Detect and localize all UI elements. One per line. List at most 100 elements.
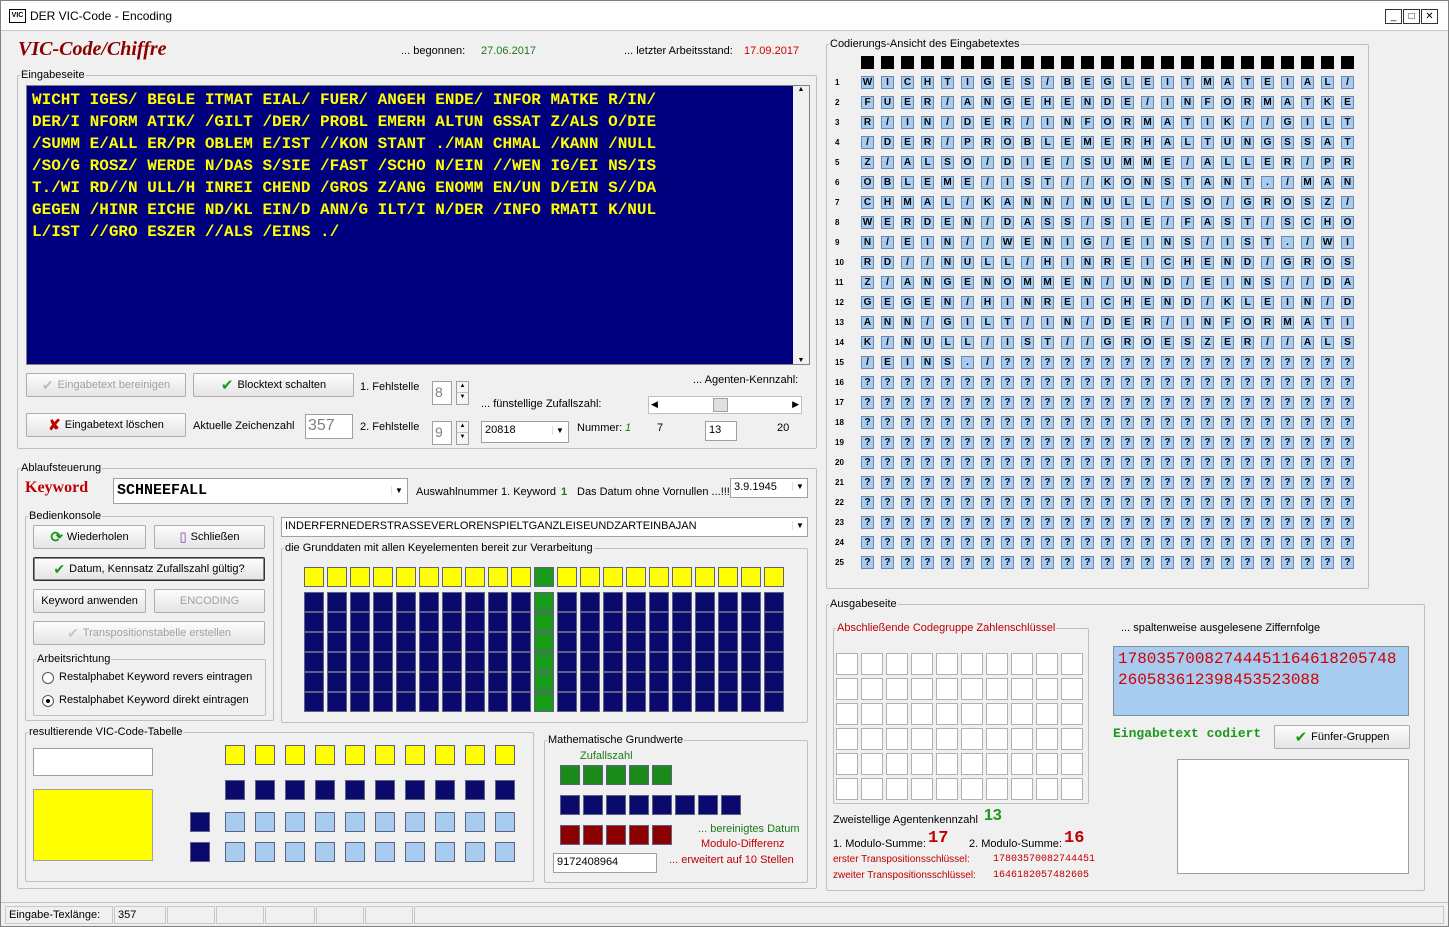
cod-cell: / [1061,156,1074,169]
cod-cell: ? [1341,516,1354,529]
grund-cell [373,632,393,652]
cod-cell: ? [1241,476,1254,489]
cod-cell: ? [1061,456,1074,469]
cod-cell: O [1281,196,1294,209]
radio-direkt[interactable] [42,695,54,707]
erweitert-field[interactable]: 9172408964 [553,853,657,873]
cod-cell: E [1061,96,1074,109]
check-icon: ✔ [67,624,79,641]
fuenfer-button[interactable]: ✔ Fünfer-Gruppen [1274,725,1410,749]
grund-cell [764,652,784,672]
schliessen-button[interactable]: ▯ Schließen [154,525,265,549]
chevron-down-icon: ▼ [792,521,807,530]
spalten-output[interactable]: 1780357008274445116461820574826058361239… [1113,646,1409,716]
cod-cell: ? [921,416,934,429]
modulo-cell [652,825,672,845]
radio-revers[interactable] [42,672,54,684]
cod-cell: G [1281,256,1294,269]
keyword-select[interactable]: SCHNEEFALL [113,478,408,504]
vic-legend: resultierende VIC-Code-Tabelle [29,726,183,738]
cod-row-number: 25 [835,558,844,567]
cod-cell: / [1161,316,1174,329]
cod-cell: ? [1341,436,1354,449]
input-scrollbar[interactable]: ▲ ▼ [793,86,809,364]
cod-cell: T [1041,336,1054,349]
cod-cell: ? [1241,376,1254,389]
slider-thumb[interactable] [713,398,729,412]
cod-cell: L [941,196,954,209]
vic-q-cell [315,842,335,862]
cod-cell: N [921,116,934,129]
loeschen-button[interactable]: ✘ Eingabetext löschen [26,413,186,437]
transposition-button[interactable]: ✔ Transpositionstabelle erstellen [33,621,265,645]
cod-cell: N [1081,196,1094,209]
cod-row-number: 17 [835,398,844,407]
blocktext-button[interactable]: ✔ Blocktext schalten [193,373,354,397]
chevron-down-icon: ▼ [391,486,406,495]
slider-value-field[interactable]: 13 [705,421,737,441]
encoding-button[interactable]: ENCODING [154,589,265,613]
cod-cell: ? [921,436,934,449]
close-button[interactable]: ✕ [1421,9,1438,24]
cod-cell: ? [1261,556,1274,569]
cod-cell: E [1161,336,1174,349]
fehl1-spinner[interactable]: ▲ ▼ [456,381,469,405]
grund-cell [603,692,623,712]
cod-cell: / [1201,296,1214,309]
grund-cell [350,672,370,692]
cod-cell: M [1141,156,1154,169]
cod-cell: N [1301,296,1314,309]
keyword-anwenden-button[interactable]: Keyword anwenden [33,589,146,613]
grund-cell [419,567,439,587]
code-cell [1036,653,1058,675]
cod-cell: ? [1221,556,1234,569]
wiederholen-button[interactable]: ⟳ Wiederholen [33,525,146,549]
grund-cell [304,652,324,672]
cod-cell: S [1021,176,1034,189]
grund-cell [304,692,324,712]
cod-cell: M [1081,136,1094,149]
cod-cell: ? [1281,496,1294,509]
cod-cell: ? [1061,416,1074,429]
minimize-button[interactable]: _ [1385,9,1402,24]
grund-cell [603,632,623,652]
cod-col-header [1021,56,1034,69]
fuenfer-output[interactable] [1177,759,1409,874]
cod-cell: / [1241,116,1254,129]
cod-cell: I [1041,316,1054,329]
bereinigen-button[interactable]: ✔ Eingabetext bereinigen [26,373,186,397]
fehl2-field[interactable]: 9 [432,421,452,445]
cod-row-number: 1 [835,78,840,87]
cod-cell: ? [1221,416,1234,429]
cod-cell: ? [1041,356,1054,369]
grund-cell [557,612,577,632]
vic-input[interactable] [33,748,153,776]
datum-gueltig-button[interactable]: ✔ Datum, Kennsatz Zufallszahl gültig? [33,557,265,581]
cod-cell: ? [1001,456,1014,469]
grund-cell [396,652,416,672]
cod-cell: W [1001,236,1014,249]
fehl2-spinner[interactable]: ▲ ▼ [456,421,469,445]
cod-cell: S [1341,256,1354,269]
cod-cell: ? [1201,436,1214,449]
cod-cell: ? [1301,516,1314,529]
cod-cell: ? [901,556,914,569]
cod-cell: ? [901,516,914,529]
maximize-button[interactable]: □ [1403,9,1420,24]
cod-cell: ? [981,516,994,529]
fehl1-field[interactable]: 8 [432,381,452,405]
grund-separator [534,592,554,612]
cod-cell: / [1101,236,1114,249]
cod-cell: ? [1101,356,1114,369]
cod-cell: L [1321,336,1334,349]
cod-cell: S [1081,156,1094,169]
input-text[interactable]: WICHT IGES/ BEGLE ITMAT EIAL/ FUER/ ANGE… [26,85,810,365]
grund-cell [580,612,600,632]
agent-slider[interactable]: ◀ ▶ [648,396,802,414]
cod-cell: U [921,336,934,349]
cod-cell: ? [1321,416,1334,429]
datum-label: Das Datum ohne Vornullen ...!!! [577,486,730,498]
cod-cell: / [1021,256,1034,269]
cod-cell: N [1061,116,1074,129]
satz-select[interactable]: INDERFERNEDERSTRASSEVERLORENSPIELTGANZLE… [281,517,808,537]
